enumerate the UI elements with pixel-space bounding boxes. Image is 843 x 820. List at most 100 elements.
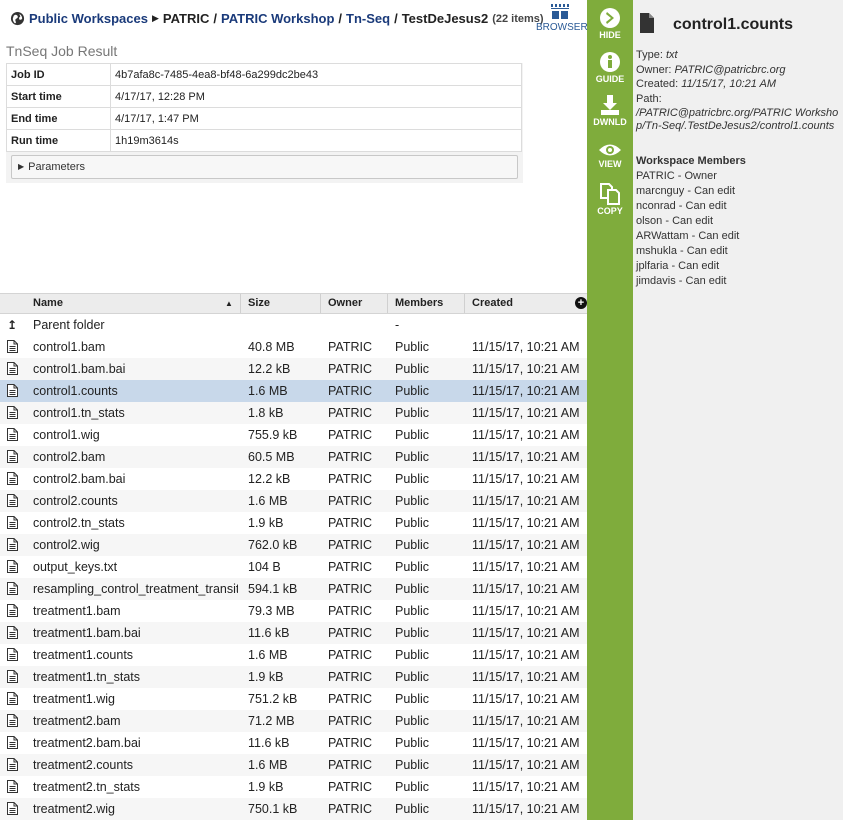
cell-owner: PATRIC	[328, 384, 372, 398]
table-row[interactable]: treatment2.bam 71.2 MB PATRIC Public 11/15/1…	[0, 710, 587, 732]
cell-created: 11/15/17, 10:21 AM	[472, 538, 580, 552]
parameters-toggle[interactable]: ▶ Parameters	[11, 155, 518, 179]
table-row[interactable]: control2.tn_stats 1.9 kB PATRIC Public 11/15…	[0, 512, 587, 534]
file-icon-cell	[7, 424, 21, 446]
file-icon-cell	[7, 512, 21, 534]
member-item: PATRIC - Owner	[636, 170, 717, 182]
cell-created: 11/15/17, 10:21 AM	[472, 494, 580, 508]
browser-icon	[551, 4, 569, 19]
cell-owner: PATRIC	[328, 802, 372, 816]
table-row[interactable]: control1.counts 1.6 MB PATRIC Public 11/15/1…	[0, 380, 587, 402]
file-icon-cell	[7, 358, 21, 380]
table-row[interactable]: output_keys.txt 104 B PATRIC Public 11/15/17…	[0, 556, 587, 578]
cell-name: control1.counts	[33, 384, 118, 398]
view-button[interactable]: VIEW	[587, 142, 633, 169]
owner-value: PATRIC@patricbrc.org	[674, 63, 786, 76]
cell-members: Public	[395, 450, 430, 464]
cell-name: output_keys.txt	[33, 560, 118, 574]
table-row[interactable]: control1.wig 755.9 kB PATRIC Public 11/15/17…	[0, 424, 587, 446]
cell-name: treatment2.counts	[33, 758, 134, 772]
guide-button[interactable]: GUIDE	[587, 51, 633, 84]
cell-created: 11/15/17, 10:21 AM	[472, 780, 580, 794]
table-row[interactable]: control2.bam 60.5 MB PATRIC Public 11/15/17,…	[0, 446, 587, 468]
file-icon	[7, 801, 18, 815]
parent-folder-row[interactable]: ↥ Parent folder -	[0, 314, 587, 336]
file-icon-cell	[7, 446, 21, 468]
table-row[interactable]: control2.counts 1.6 MB PATRIC Public 11/15/1…	[0, 490, 587, 512]
cell-name: treatment1.bam	[33, 604, 121, 618]
cell-name: treatment1.tn_stats	[33, 670, 141, 684]
table-row[interactable]: treatment2.bam.bai 11.6 kB PATRIC Public 11/…	[0, 732, 587, 754]
main-area: Public Workspaces ▶ PATRIC / PATRIC Work…	[0, 0, 587, 820]
cell-name: treatment2.tn_stats	[33, 780, 141, 794]
table-row[interactable]: control1.tn_stats 1.8 kB PATRIC Public 11/15…	[0, 402, 587, 424]
file-icon	[7, 559, 18, 573]
member-item: nconrad - Can edit	[636, 200, 727, 212]
column-header-members[interactable]: Members	[388, 294, 465, 313]
cell-owner: PATRIC	[328, 428, 372, 442]
job-value: 4b7afa8c-7485-4ea8-bf48-6a299dc2be43	[110, 63, 522, 86]
path-label: Path:	[636, 92, 662, 105]
breadcrumb-item-tnseq[interactable]: Tn-Seq	[346, 11, 390, 26]
sort-ascending-icon[interactable]: ▲	[225, 294, 233, 313]
cell-name: control1.bam	[33, 340, 106, 354]
column-header-size[interactable]: Size	[241, 294, 321, 313]
members-heading: Workspace Members	[636, 155, 746, 167]
cell-size: 71.2 MB	[248, 714, 295, 728]
file-icon-cell	[7, 622, 21, 644]
cell-created: 11/15/17, 10:21 AM	[472, 362, 580, 376]
hide-button[interactable]: HIDE	[587, 7, 633, 40]
breadcrumb-item-patric[interactable]: PATRIC	[163, 11, 209, 26]
table-row[interactable]: treatment1.wig 751.2 kB PATRIC Public 11/15/…	[0, 688, 587, 710]
details-meta: Type: txt Owner: PATRIC@patricbrc.org Cr…	[636, 49, 841, 133]
table-row[interactable]: treatment1.tn_stats 1.9 kB PATRIC Public 11/…	[0, 666, 587, 688]
download-icon	[601, 95, 619, 115]
table-row[interactable]: treatment2.wig 750.1 kB PATRIC Public 11/15/…	[0, 798, 587, 820]
table-row[interactable]: control1.bam.bai 12.2 kB PATRIC Public 11/15…	[0, 358, 587, 380]
table-row[interactable]: resampling_control_treatment_transit 594.…	[0, 578, 587, 600]
cell-size: 1.6 MB	[248, 648, 288, 662]
cell-members: Public	[395, 406, 430, 420]
table-row[interactable]: treatment1.bam 79.3 MB PATRIC Public 11/15/1…	[0, 600, 587, 622]
cell-created: 11/15/17, 10:21 AM	[472, 736, 580, 750]
download-button[interactable]: DWNLD	[587, 94, 633, 127]
table-row[interactable]: treatment1.counts 1.6 MB PATRIC Public 11/15…	[0, 644, 587, 666]
cell-size: 79.3 MB	[248, 604, 295, 618]
table-row[interactable]: control2.wig 762.0 kB PATRIC Public 11/15/17…	[0, 534, 587, 556]
table-row[interactable]: treatment2.counts 1.6 MB PATRIC Public 11/15…	[0, 754, 587, 776]
file-icon-cell	[7, 754, 21, 776]
file-icon-cell	[7, 490, 21, 512]
cell-size: 755.9 kB	[248, 428, 298, 442]
workspace-members: Workspace Members PATRIC - Owner marcngu…	[636, 154, 746, 289]
cell-name: treatment1.counts	[33, 648, 134, 662]
file-icon-cell	[7, 710, 21, 732]
cell-created: 11/15/17, 10:21 AM	[472, 428, 580, 442]
cell-size: 1.8 kB	[248, 406, 284, 420]
cell-created: 11/15/17, 10:21 AM	[472, 626, 580, 640]
table-row[interactable]: control1.bam 40.8 MB PATRIC Public 11/15/17,…	[0, 336, 587, 358]
table-row[interactable]: control2.bam.bai 12.2 kB PATRIC Public 11/15…	[0, 468, 587, 490]
table-row[interactable]: treatment1.bam.bai 11.6 kB PATRIC Public 11/…	[0, 622, 587, 644]
browser-button[interactable]: BROWSER	[536, 4, 587, 33]
cell-members: Public	[395, 472, 430, 486]
breadcrumb-item-workshop[interactable]: PATRIC Workshop	[221, 11, 334, 26]
column-header-owner[interactable]: Owner	[321, 294, 388, 313]
column-header-name[interactable]: Name	[26, 294, 241, 313]
file-icon	[7, 427, 18, 441]
cell-name: control2.tn_stats	[33, 516, 125, 530]
details-panel: control1.counts Type: txt Owner: PATRIC@…	[633, 0, 843, 820]
breadcrumb-root-link[interactable]: Public Workspaces	[29, 11, 148, 26]
file-icon	[7, 757, 18, 771]
column-header-created[interactable]: Created	[465, 294, 573, 313]
cell-members: Public	[395, 626, 430, 640]
cell-members: Public	[395, 494, 430, 508]
cell-size: 11.6 kB	[248, 626, 290, 640]
parent-folder-label: Parent folder	[33, 318, 105, 332]
table-row[interactable]: treatment2.tn_stats 1.9 kB PATRIC Public 11/…	[0, 776, 587, 798]
cell-members: Public	[395, 340, 430, 354]
cell-members: Public	[395, 802, 430, 816]
add-column-icon[interactable]: +	[575, 297, 587, 309]
file-icon-cell	[7, 688, 21, 710]
cell-owner: PATRIC	[328, 626, 372, 640]
copy-button[interactable]: COPY	[587, 183, 633, 216]
